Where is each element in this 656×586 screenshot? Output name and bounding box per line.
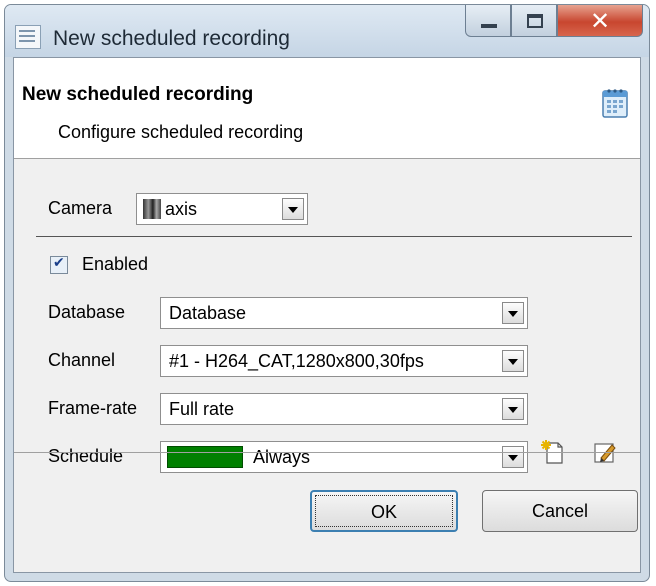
channel-dropdown[interactable]: #1 - H264_CAT,1280x800,30fps (160, 345, 528, 377)
database-dropdown-arrow-icon[interactable] (502, 302, 524, 324)
close-icon: ✕ (589, 7, 611, 35)
cancel-button-label: Cancel (531, 501, 589, 521)
camera-dropdown[interactable]: axis (136, 193, 308, 225)
framerate-dropdown-arrow-icon[interactable] (502, 398, 524, 420)
camera-label: Camera (48, 198, 113, 218)
close-button[interactable]: ✕ (557, 5, 643, 37)
minimize-icon (481, 24, 497, 28)
dialog-window: New scheduled recording ✕ New scheduled … (4, 4, 650, 582)
maximize-icon (527, 14, 543, 28)
header-title: New scheduled recording (22, 84, 254, 105)
dialog-header: New scheduled recording Configure schedu… (14, 58, 640, 159)
separator-line (36, 236, 632, 237)
enabled-label: Enabled (82, 254, 149, 274)
channel-value: #1 - H264_CAT,1280x800,30fps (169, 351, 424, 371)
caption-buttons: ✕ (465, 5, 643, 39)
header-subtitle: Configure scheduled recording (58, 122, 304, 142)
title-bar[interactable]: New scheduled recording ✕ (5, 5, 649, 57)
framerate-value: Full rate (169, 399, 235, 419)
channel-dropdown-arrow-icon[interactable] (502, 350, 524, 372)
window-title: New scheduled recording (53, 27, 290, 50)
camera-value: axis (165, 199, 198, 219)
camera-thumbnail-icon (143, 199, 161, 219)
minimize-button[interactable] (465, 5, 511, 37)
channel-label: Channel (48, 350, 116, 370)
enabled-checkbox[interactable]: ✔ (50, 255, 68, 274)
focus-rectangle (315, 495, 453, 527)
database-label: Database (48, 302, 126, 322)
window-icon (15, 25, 41, 49)
checkmark-icon: ✔ (53, 255, 65, 271)
framerate-dropdown[interactable]: Full rate (160, 393, 528, 425)
database-value: Database (169, 303, 247, 323)
dialog-client-area: New scheduled recording Configure schedu… (13, 57, 641, 573)
database-dropdown[interactable]: Database (160, 297, 528, 329)
maximize-button[interactable] (511, 5, 557, 37)
ok-button[interactable]: OK (310, 490, 458, 532)
cancel-button[interactable]: Cancel (482, 490, 638, 532)
dialog-footer: OK Cancel (14, 452, 640, 572)
framerate-label: Frame-rate (48, 398, 138, 418)
calendar-icon (602, 89, 628, 118)
camera-dropdown-arrow-icon[interactable] (282, 198, 304, 220)
